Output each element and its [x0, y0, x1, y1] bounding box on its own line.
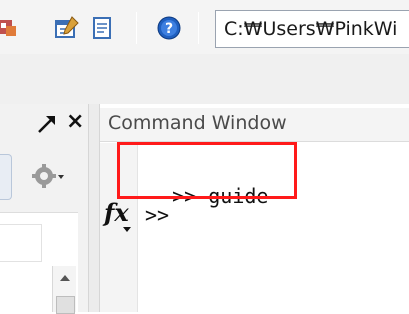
scrollbar-thumb[interactable] — [56, 296, 75, 314]
highlight-box — [117, 142, 297, 199]
scroll-up-arrow-icon[interactable] — [53, 266, 77, 290]
toolbar-band — [0, 54, 409, 104]
svg-text:?: ? — [165, 21, 173, 37]
undock-arrow-icon[interactable] — [36, 111, 60, 135]
panel-splitter[interactable] — [88, 104, 100, 312]
simulink-icon[interactable] — [0, 15, 20, 41]
fx-label: fx — [104, 198, 129, 227]
chevron-down-icon — [123, 227, 131, 232]
current-prompt[interactable]: >> — [145, 203, 169, 227]
current-folder-field[interactable]: C:₩Users₩PinkWi — [215, 10, 409, 48]
left-panel-scrollbar[interactable] — [52, 266, 77, 314]
panel-tab-edge[interactable] — [0, 154, 12, 200]
close-panel-button[interactable]: × — [66, 109, 86, 135]
editor-icon[interactable] — [89, 15, 115, 41]
command-window-title: Command Window — [108, 112, 287, 134]
gear-dropdown-icon[interactable] — [30, 162, 76, 190]
left-panel-header-row — [0, 224, 42, 262]
function-browser-icon[interactable]: fx — [104, 198, 134, 236]
guide-icon[interactable] — [54, 15, 80, 41]
toolbar-separator — [198, 12, 199, 44]
toolbar-separator — [136, 12, 137, 44]
help-icon[interactable]: ? — [156, 15, 182, 41]
